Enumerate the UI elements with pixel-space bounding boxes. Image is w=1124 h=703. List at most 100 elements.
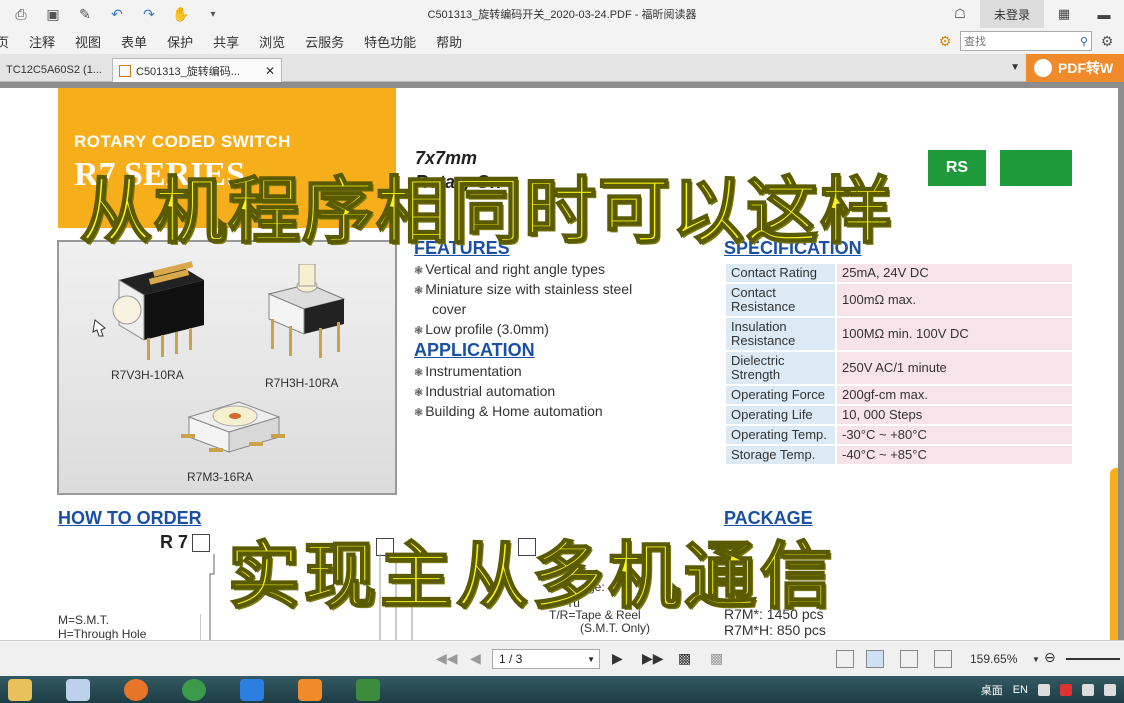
next-view-icon[interactable]: ▩ bbox=[710, 650, 723, 667]
settings-icon[interactable]: ⚙ bbox=[1098, 32, 1116, 50]
table-row: Dielectric Strength 250V AC/1 minute bbox=[724, 350, 1074, 386]
notification-icon[interactable] bbox=[1104, 683, 1116, 696]
next-page-icon[interactable]: ▶ bbox=[612, 650, 623, 667]
chevron-down-icon[interactable]: ▼ bbox=[587, 655, 595, 664]
tab-document-1[interactable]: TC12C5A60S2 (1... bbox=[0, 58, 110, 82]
menu-comment[interactable]: 注释 bbox=[29, 32, 55, 51]
taskbar-notepad[interactable] bbox=[58, 676, 98, 703]
chrome-icon bbox=[182, 678, 206, 701]
spec-key: Insulation Resistance bbox=[724, 316, 837, 352]
close-icon[interactable]: ✕ bbox=[265, 64, 275, 78]
search-placeholder: 查找 bbox=[964, 36, 986, 48]
hand-tool-icon[interactable]: ✋ bbox=[172, 5, 190, 23]
volume-icon[interactable] bbox=[1082, 683, 1094, 696]
play-icon bbox=[240, 678, 264, 701]
spec-key: Operating Life bbox=[724, 404, 837, 426]
pdf-file-icon bbox=[119, 64, 131, 77]
undo-icon[interactable]: ↶ bbox=[108, 5, 126, 23]
zoom-dropdown-icon[interactable]: ▼ bbox=[1032, 655, 1040, 664]
open-icon[interactable]: ▣ bbox=[44, 5, 62, 23]
application-heading: APPLICATION bbox=[414, 340, 535, 360]
prev-page-icon[interactable]: ◀ bbox=[470, 650, 481, 667]
language-indicator[interactable]: EN bbox=[1013, 684, 1028, 696]
spec-value: 250V AC/1 minute bbox=[835, 350, 1074, 386]
zoom-slider[interactable] bbox=[1066, 658, 1120, 660]
taskbar-explorer[interactable] bbox=[0, 676, 40, 703]
order-option-smt-only: (S.M.T. Only) bbox=[580, 621, 651, 635]
previous-view-icon[interactable]: ▩ bbox=[678, 650, 691, 667]
convert-icon bbox=[1034, 59, 1052, 77]
security-icon[interactable] bbox=[1060, 683, 1072, 696]
spec-value: 200gf-cm max. bbox=[835, 384, 1074, 406]
zoom-out-icon[interactable]: ⊖ bbox=[1044, 649, 1056, 666]
split-view-icon[interactable] bbox=[934, 650, 952, 668]
menu-home[interactable]: 页 bbox=[0, 32, 9, 51]
spec-key: Contact Resistance bbox=[724, 282, 837, 318]
rohs-logo: RS bbox=[928, 150, 986, 186]
quick-access-toolbar: ⎙ ▣ ✎ ↶ ↷ ✋ ▾ bbox=[0, 5, 222, 23]
desktop-toolbar[interactable]: 桌面 bbox=[981, 682, 1003, 698]
menu-view[interactable]: 视图 bbox=[75, 32, 101, 51]
taskbar-foxit[interactable] bbox=[290, 676, 330, 703]
taskbar-video-app[interactable] bbox=[232, 676, 272, 703]
facing-view-icon[interactable] bbox=[900, 650, 918, 668]
network-icon[interactable] bbox=[1038, 683, 1050, 696]
page-number-input[interactable]: 1 / 3 ▼ bbox=[492, 649, 600, 669]
last-page-icon[interactable]: ▶▶ bbox=[642, 650, 664, 667]
title-bar: ⎙ ▣ ✎ ↶ ↷ ✋ ▾ C501313_旋转编码开关_2020-03-24.… bbox=[0, 0, 1124, 28]
grid-icon[interactable]: ▦ bbox=[1044, 0, 1084, 28]
taskbar-keil[interactable] bbox=[348, 676, 388, 703]
spec-value: 100MΩ min. 100V DC bbox=[835, 316, 1074, 352]
table-row: Insulation Resistance 100MΩ min. 100V DC bbox=[724, 316, 1074, 352]
menu-form[interactable]: 表单 bbox=[121, 32, 147, 51]
list-item: Vertical and right angle types bbox=[414, 260, 632, 280]
print-icon[interactable]: ⎙ bbox=[12, 5, 30, 23]
taskbar-chrome[interactable] bbox=[174, 676, 214, 703]
spec-value: 10, 000 Steps bbox=[835, 404, 1074, 426]
overlay-caption-1: 从机程序相同时可以这样 bbox=[79, 171, 895, 253]
find-icon[interactable]: ⚙ bbox=[936, 32, 954, 50]
redo-icon[interactable]: ↷ bbox=[140, 5, 158, 23]
switch-horizontal-image bbox=[267, 264, 346, 358]
menu-protect[interactable]: 保护 bbox=[167, 32, 193, 51]
menu-features[interactable]: 特色功能 bbox=[364, 32, 416, 51]
side-strip bbox=[1110, 468, 1118, 640]
customize-toolbar-icon[interactable]: ▾ bbox=[204, 5, 222, 23]
menu-share[interactable]: 共享 bbox=[213, 32, 239, 51]
list-item: Miniature size with stainless steel bbox=[414, 280, 632, 300]
single-page-view-icon[interactable] bbox=[836, 650, 854, 668]
menu-help[interactable]: 帮助 bbox=[436, 32, 462, 51]
menu-cloud[interactable]: 云服务 bbox=[305, 32, 344, 51]
tab-document-2[interactable]: C501313_旋转编码... ✕ bbox=[112, 58, 282, 82]
pdf-convert-button[interactable]: PDF转W bbox=[1026, 54, 1124, 82]
page-indicator: 1 / 3 bbox=[499, 652, 523, 666]
certification-logo bbox=[1000, 150, 1072, 186]
search-input[interactable]: 查找 ⚲ bbox=[960, 31, 1092, 51]
new-icon[interactable]: ✎ bbox=[76, 5, 94, 23]
table-row: Operating Force 200gf-cm max. bbox=[724, 384, 1074, 406]
login-button[interactable]: 未登录 bbox=[979, 0, 1044, 28]
table-row: Contact Resistance 100mΩ max. bbox=[724, 282, 1074, 318]
minimize-button[interactable]: ▬ bbox=[1084, 0, 1124, 28]
document-icon bbox=[66, 678, 90, 701]
overlay-caption-2: 实现主从多机通信 bbox=[227, 536, 837, 618]
spec-value: -40°C ~ +85°C bbox=[835, 444, 1074, 466]
product-image-box: R7V3H-10RA R7H3H-10RA R7M3-16RA bbox=[57, 240, 397, 495]
menu-browse[interactable]: 浏览 bbox=[259, 32, 285, 51]
table-row: Contact Rating 25mA, 24V DC bbox=[724, 262, 1074, 284]
skin-icon[interactable]: ☖ bbox=[940, 0, 980, 28]
first-page-icon[interactable]: ◀◀ bbox=[436, 650, 458, 667]
taskbar: 桌面 EN bbox=[0, 676, 1124, 703]
keil-icon bbox=[356, 678, 380, 701]
list-item: Instrumentation bbox=[414, 362, 603, 382]
continuous-view-icon[interactable] bbox=[866, 650, 884, 668]
how-to-order-heading: HOW TO ORDER bbox=[58, 508, 202, 528]
document-viewport[interactable]: ROTARY CODED SWITCH R7 SERIES 7x7mm Rota… bbox=[0, 82, 1124, 640]
search-icon[interactable]: ⚲ bbox=[1080, 35, 1088, 48]
taskbar-firefox[interactable] bbox=[116, 676, 156, 703]
tab-list-dropdown-icon[interactable]: ▼ bbox=[1010, 62, 1020, 73]
spec-value: 100mΩ max. bbox=[835, 282, 1074, 318]
pdf-convert-label: PDF转W bbox=[1058, 60, 1114, 76]
foxit-icon bbox=[298, 678, 322, 701]
order-box bbox=[192, 534, 211, 553]
